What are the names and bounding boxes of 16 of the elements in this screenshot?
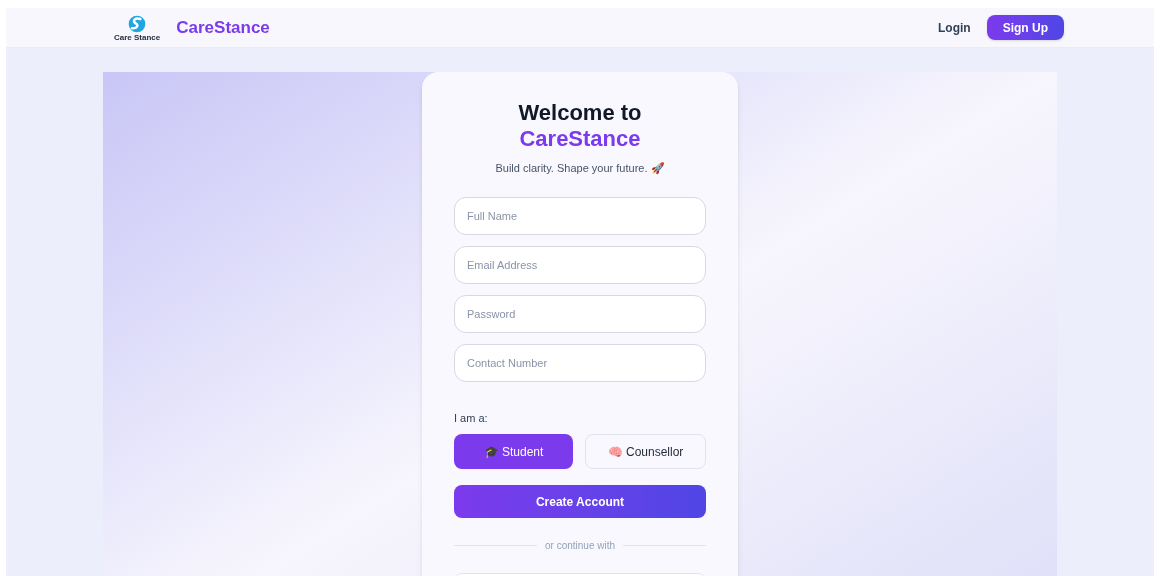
logo-text: Care Stance — [114, 33, 161, 42]
sign-up-button[interactable]: Sign Up — [986, 15, 1064, 40]
input-field[interactable]: Email Address — [454, 245, 706, 284]
tagline: Build clarity. Shape your future. 🚀 — [494, 161, 666, 176]
role-option[interactable]: 🎓 Student — [454, 434, 573, 469]
role-option[interactable]: 🧠 Counsellor — [585, 434, 706, 469]
input-field[interactable]: Password — [454, 294, 706, 333]
divider-text: or continue with — [545, 539, 616, 553]
brand-name: CareStance — [176, 16, 270, 39]
role-label: I am a: — [454, 410, 489, 426]
input-field[interactable]: Full Name — [454, 196, 706, 235]
welcome-title: Welcome to CareStance — [517, 100, 643, 152]
input-field[interactable]: Contact Number — [454, 343, 706, 382]
create-account-button[interactable]: Create Account — [454, 485, 706, 518]
logo-icon — [127, 13, 148, 34]
login-link[interactable]: Login — [938, 18, 971, 37]
